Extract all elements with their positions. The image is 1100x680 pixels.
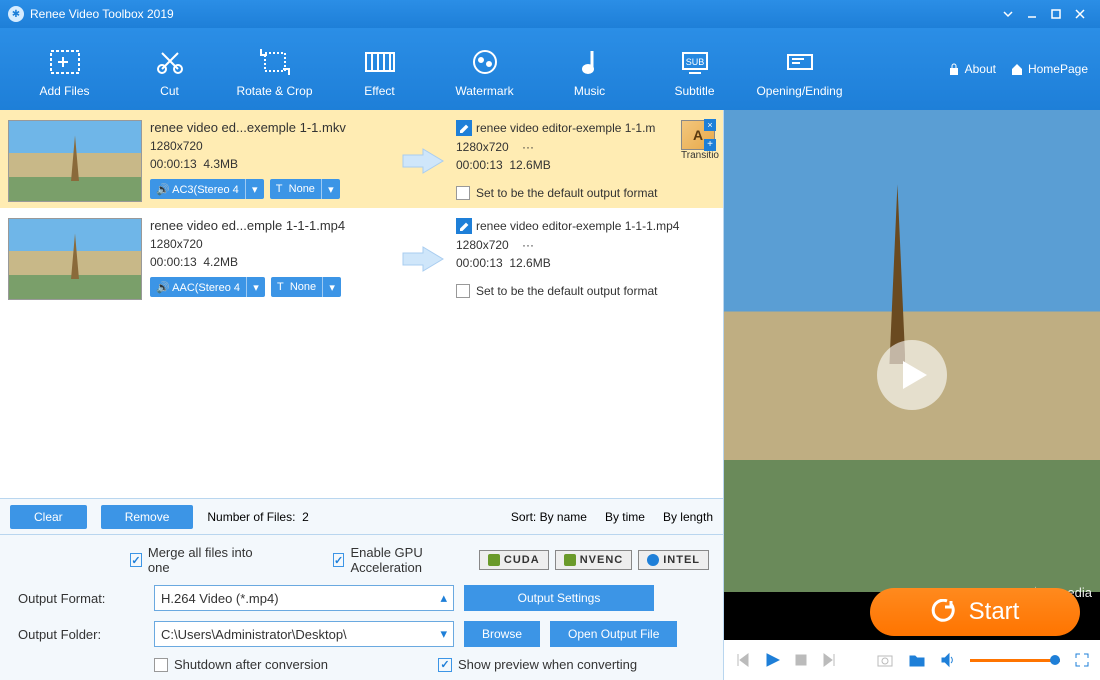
file-thumbnail <box>8 218 142 300</box>
file-name: renee video ed...exemple 1-1.mkv <box>150 120 390 135</box>
arrow-icon <box>398 120 448 202</box>
output-format-dropdown[interactable]: H.264 Video (*.mp4)▴ <box>154 585 454 611</box>
file-row[interactable]: renee video ed...emple 1-1-1.mp4 1280x72… <box>0 208 723 306</box>
clear-button[interactable]: Clear <box>10 505 87 529</box>
app-title: Renee Video Toolbox 2019 <box>30 7 174 21</box>
output-duration-size: 00:00:13 12.6MB <box>456 256 715 270</box>
start-button[interactable]: Start <box>870 588 1080 636</box>
cuda-badge: CUDA <box>479 550 549 570</box>
file-resolution: 1280x720 <box>150 139 390 153</box>
open-folder-button[interactable] <box>908 652 926 668</box>
subtitle-dropdown[interactable]: T None▾ <box>271 277 341 297</box>
player-controls <box>724 640 1100 680</box>
effect-button[interactable]: Effect <box>327 40 432 98</box>
dropdown-icon[interactable] <box>996 4 1020 24</box>
volume-icon[interactable] <box>940 652 956 668</box>
output-settings-button[interactable]: Output Settings <box>464 585 654 611</box>
sort-label: Sort: By name <box>511 510 587 524</box>
output-name: renee video editor-exemple 1-1-1.mp4 <box>476 219 679 233</box>
watermark-button[interactable]: Watermark <box>432 40 537 98</box>
merge-checkbox[interactable]: ✓Merge all files into one <box>130 545 253 575</box>
home-icon <box>1010 62 1024 76</box>
sort-by-time[interactable]: By time <box>605 510 645 524</box>
output-name: renee video editor-exemple 1-1.m <box>476 121 655 135</box>
fullscreen-button[interactable] <box>1074 652 1090 668</box>
preview-panel: ✶ Expedia <box>724 110 1100 640</box>
tool-label: Subtitle <box>642 84 747 98</box>
nvenc-badge: NVENC <box>555 550 633 570</box>
bottom-panel: ✓Merge all files into one ✓Enable GPU Ac… <box>0 534 723 680</box>
edit-icon[interactable] <box>456 120 472 136</box>
main-toolbar: Add Files Cut Rotate & Crop Effect Water… <box>0 28 1100 110</box>
chevron-down-icon: ▾ <box>440 626 447 642</box>
transition-box[interactable]: ×+Transitio <box>681 120 715 161</box>
list-controls: Clear Remove Number of Files: 2 Sort: By… <box>0 498 723 534</box>
play-button[interactable] <box>764 652 780 668</box>
file-resolution: 1280x720 <box>150 237 390 251</box>
close-button[interactable] <box>1068 4 1092 24</box>
chevron-up-icon: ▴ <box>440 590 447 606</box>
arrow-icon <box>398 218 448 300</box>
edit-icon[interactable] <box>456 218 472 234</box>
file-row[interactable]: renee video ed...exemple 1-1.mkv 1280x72… <box>0 110 723 208</box>
output-format-label: Output Format: <box>14 591 144 606</box>
snapshot-button[interactable] <box>876 652 894 668</box>
file-duration-size: 00:00:13 4.2MB <box>150 255 390 269</box>
output-duration-size: 00:00:13 12.6MB <box>456 158 715 172</box>
intel-badge: INTEL <box>638 550 709 570</box>
shutdown-checkbox[interactable]: Shutdown after conversion <box>154 657 328 672</box>
opening-ending-button[interactable]: Opening/Ending <box>747 40 852 98</box>
file-thumbnail <box>8 120 142 202</box>
remove-button[interactable]: Remove <box>101 505 194 529</box>
homepage-link[interactable]: HomePage <box>1010 62 1088 76</box>
transition-close-icon[interactable]: × <box>704 119 716 131</box>
gpu-checkbox[interactable]: ✓Enable GPU Acceleration <box>333 545 469 575</box>
tool-label: Rotate & Crop <box>222 84 327 98</box>
cut-button[interactable]: Cut <box>117 40 222 98</box>
sort-by-length[interactable]: By length <box>663 510 713 524</box>
svg-text:SUB: SUB <box>685 57 704 67</box>
music-button[interactable]: Music <box>537 40 642 98</box>
rotate-crop-button[interactable]: Rotate & Crop <box>222 40 327 98</box>
tool-label: Effect <box>327 84 432 98</box>
tool-label: Add Files <box>12 84 117 98</box>
add-files-button[interactable]: Add Files <box>12 40 117 98</box>
output-resolution: 1280x720 ··· <box>456 140 715 154</box>
play-overlay-button[interactable] <box>877 340 947 410</box>
next-button[interactable] <box>822 652 838 668</box>
output-folder-label: Output Folder: <box>14 627 144 642</box>
file-duration-size: 00:00:13 4.3MB <box>150 157 390 171</box>
minimize-button[interactable] <box>1020 4 1044 24</box>
file-name: renee video ed...emple 1-1-1.mp4 <box>150 218 390 233</box>
transition-add-icon[interactable]: + <box>704 139 716 151</box>
app-logo-icon: ✱ <box>8 6 24 22</box>
output-resolution: 1280x720 ··· <box>456 238 715 252</box>
stop-button[interactable] <box>794 653 808 667</box>
volume-slider[interactable] <box>970 659 1060 662</box>
maximize-button[interactable] <box>1044 4 1068 24</box>
title-bar: ✱ Renee Video Toolbox 2019 <box>0 0 1100 28</box>
browse-button[interactable]: Browse <box>464 621 540 647</box>
tool-label: Music <box>537 84 642 98</box>
gpu-badges: CUDA NVENC INTEL <box>479 550 709 570</box>
subtitle-button[interactable]: SUB Subtitle <box>642 40 747 98</box>
prev-button[interactable] <box>734 652 750 668</box>
show-preview-checkbox[interactable]: ✓Show preview when converting <box>438 657 637 672</box>
tool-label: Cut <box>117 84 222 98</box>
open-output-button[interactable]: Open Output File <box>550 621 677 647</box>
file-count-label: Number of Files: 2 <box>207 510 308 524</box>
output-folder-dropdown[interactable]: C:\Users\Administrator\Desktop\▾ <box>154 621 454 647</box>
lock-icon <box>947 62 961 76</box>
default-format-checkbox[interactable]: Set to be the default output format <box>456 186 715 200</box>
file-list: renee video ed...exemple 1-1.mkv 1280x72… <box>0 110 723 498</box>
audio-dropdown[interactable]: 🔊 AAC(Stereo 4▾ <box>150 277 265 297</box>
audio-dropdown[interactable]: 🔊 AC3(Stereo 4▾ <box>150 179 264 199</box>
tool-label: Watermark <box>432 84 537 98</box>
default-format-checkbox[interactable]: Set to be the default output format <box>456 284 715 298</box>
subtitle-dropdown[interactable]: T None▾ <box>270 179 340 199</box>
tool-label: Opening/Ending <box>747 84 852 98</box>
about-link[interactable]: About <box>947 62 996 76</box>
